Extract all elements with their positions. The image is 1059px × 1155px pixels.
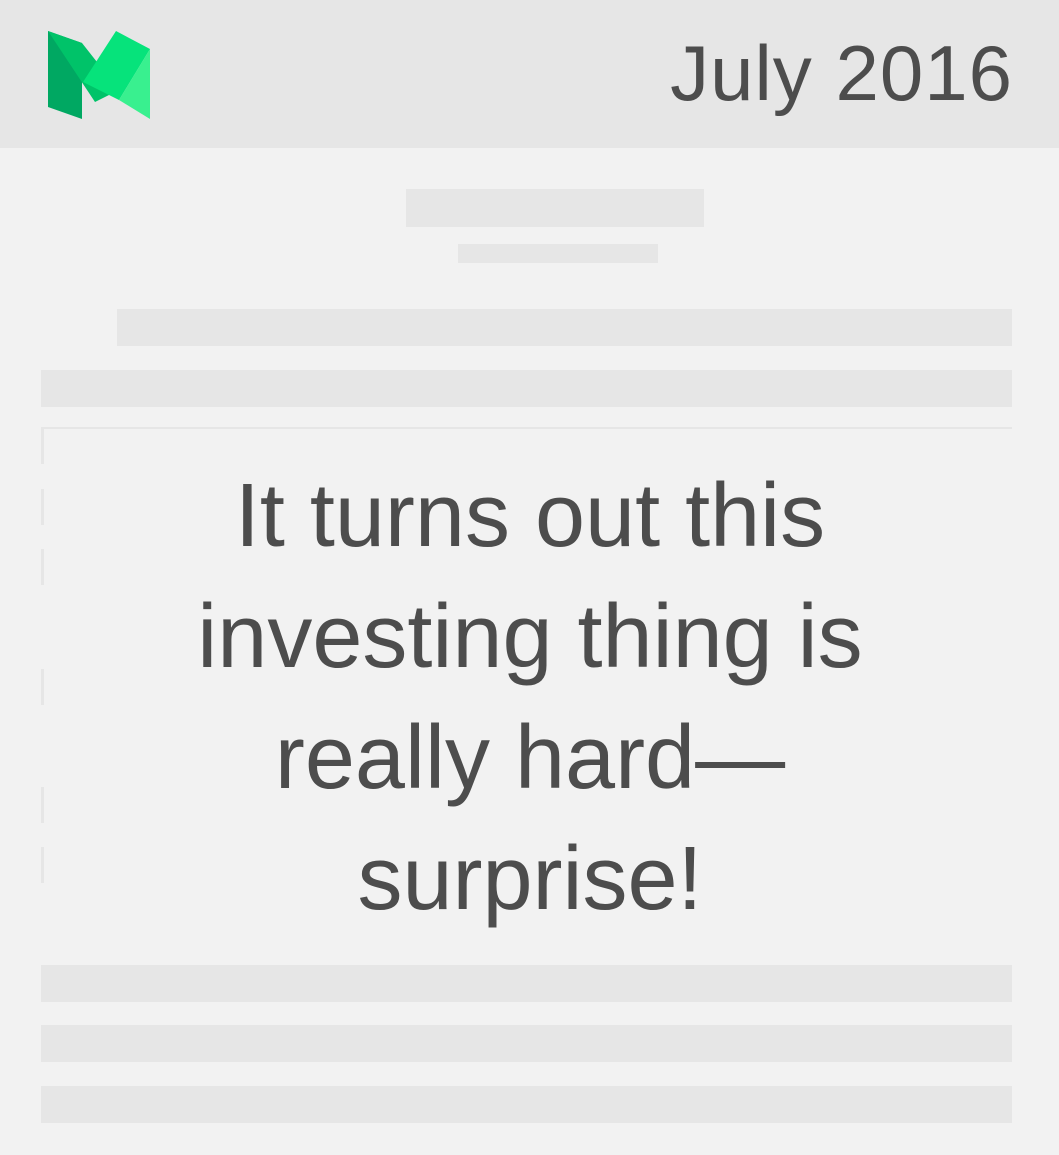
pull-quote-line: surprise! [357, 829, 703, 929]
subtitle-placeholder [458, 244, 658, 263]
pull-quote: It turns out this investing thing is rea… [80, 456, 980, 940]
text-line-placeholder [41, 965, 1012, 1002]
text-line-placeholder [41, 1086, 1012, 1123]
quote-border-segment [41, 429, 44, 464]
quote-divider [41, 427, 1012, 429]
text-line-placeholder [41, 370, 1012, 407]
pull-quote-line: investing thing is [197, 587, 863, 687]
quote-border-segment [41, 787, 44, 823]
quote-border-segment [41, 669, 44, 705]
medium-logo-icon [48, 31, 150, 119]
quote-border-segment [41, 847, 44, 883]
pull-quote-line: It turns out this [234, 466, 826, 566]
issue-date: July 2016 [670, 29, 1013, 117]
header: July 2016 [0, 0, 1059, 148]
quote-border-segment [41, 489, 44, 525]
pull-quote-line: really hard— [274, 708, 786, 808]
title-placeholder [406, 189, 704, 227]
text-line-placeholder [41, 1025, 1012, 1062]
quote-border-segment [41, 549, 44, 585]
text-line-placeholder [117, 309, 1012, 346]
